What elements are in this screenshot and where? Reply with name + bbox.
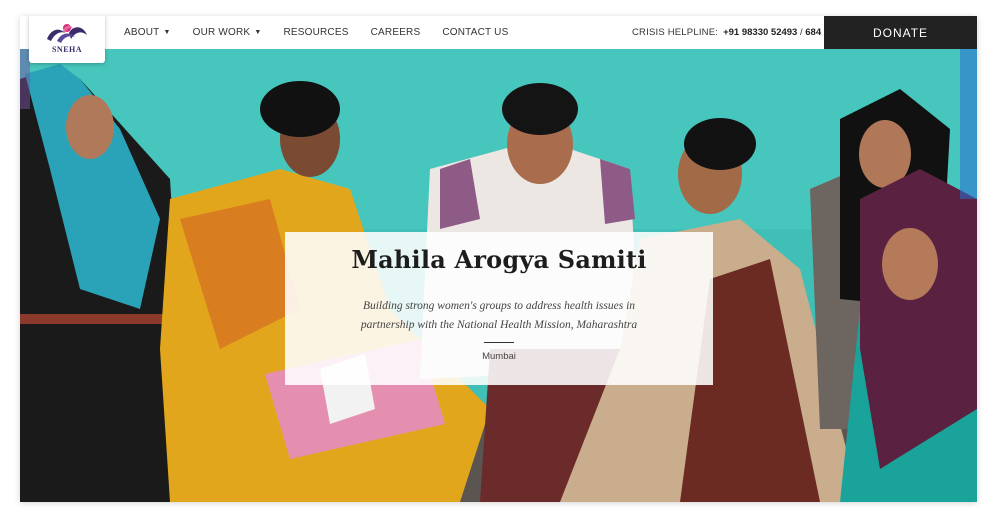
nav-resources-label: RESOURCES [283, 27, 349, 38]
helpline-extension[interactable]: 684 [805, 27, 821, 38]
hero-subtitle: Building strong women's groups to addres… [360, 300, 638, 331]
helpline-number[interactable]: +91 98330 52493 [723, 27, 797, 38]
hero-location: Mumbai [482, 351, 516, 362]
nav-about-label: ABOUT [124, 27, 160, 38]
nav-contact-us-label: CONTACT US [442, 27, 509, 38]
nav-contact-us[interactable]: CONTACT US [442, 27, 508, 38]
page-frame: SNEHA ABOUT ▼ OUR WORK ▼ RESOURCES CAREE… [20, 16, 977, 502]
hero-title: Mahila Arogya Samiti [351, 245, 647, 274]
chevron-down-icon: ▼ [163, 29, 171, 36]
sneha-bird-logo-icon [47, 24, 87, 43]
nav-about[interactable]: ABOUT ▼ [124, 27, 171, 38]
nav-careers-label: CAREERS [370, 27, 421, 38]
divider [484, 342, 514, 343]
nav-our-work[interactable]: OUR WORK ▼ [193, 27, 262, 38]
hero-banner: Mahila Arogya Samiti Building strong wom… [20, 49, 977, 502]
donate-button[interactable]: DONATE [824, 16, 977, 49]
site-logo[interactable]: SNEHA [29, 16, 105, 63]
nav-our-work-label: OUR WORK [192, 27, 251, 38]
nav-resources[interactable]: RESOURCES [283, 27, 348, 38]
site-header: SNEHA ABOUT ▼ OUR WORK ▼ RESOURCES CAREE… [20, 16, 977, 63]
helpline-separator: / [797, 27, 806, 38]
logo-text: SNEHA [51, 45, 83, 54]
nav-careers[interactable]: CAREERS [371, 27, 421, 38]
main-nav: ABOUT ▼ OUR WORK ▼ RESOURCES CAREERS CON… [124, 16, 530, 49]
helpline-label: CRISIS HELPLINE: [632, 27, 719, 38]
hero-card: Mahila Arogya Samiti Building strong wom… [285, 232, 713, 385]
chevron-down-icon: ▼ [254, 29, 262, 36]
crisis-helpline: CRISIS HELPLINE: +91 98330 52493 / 684 [632, 16, 821, 49]
